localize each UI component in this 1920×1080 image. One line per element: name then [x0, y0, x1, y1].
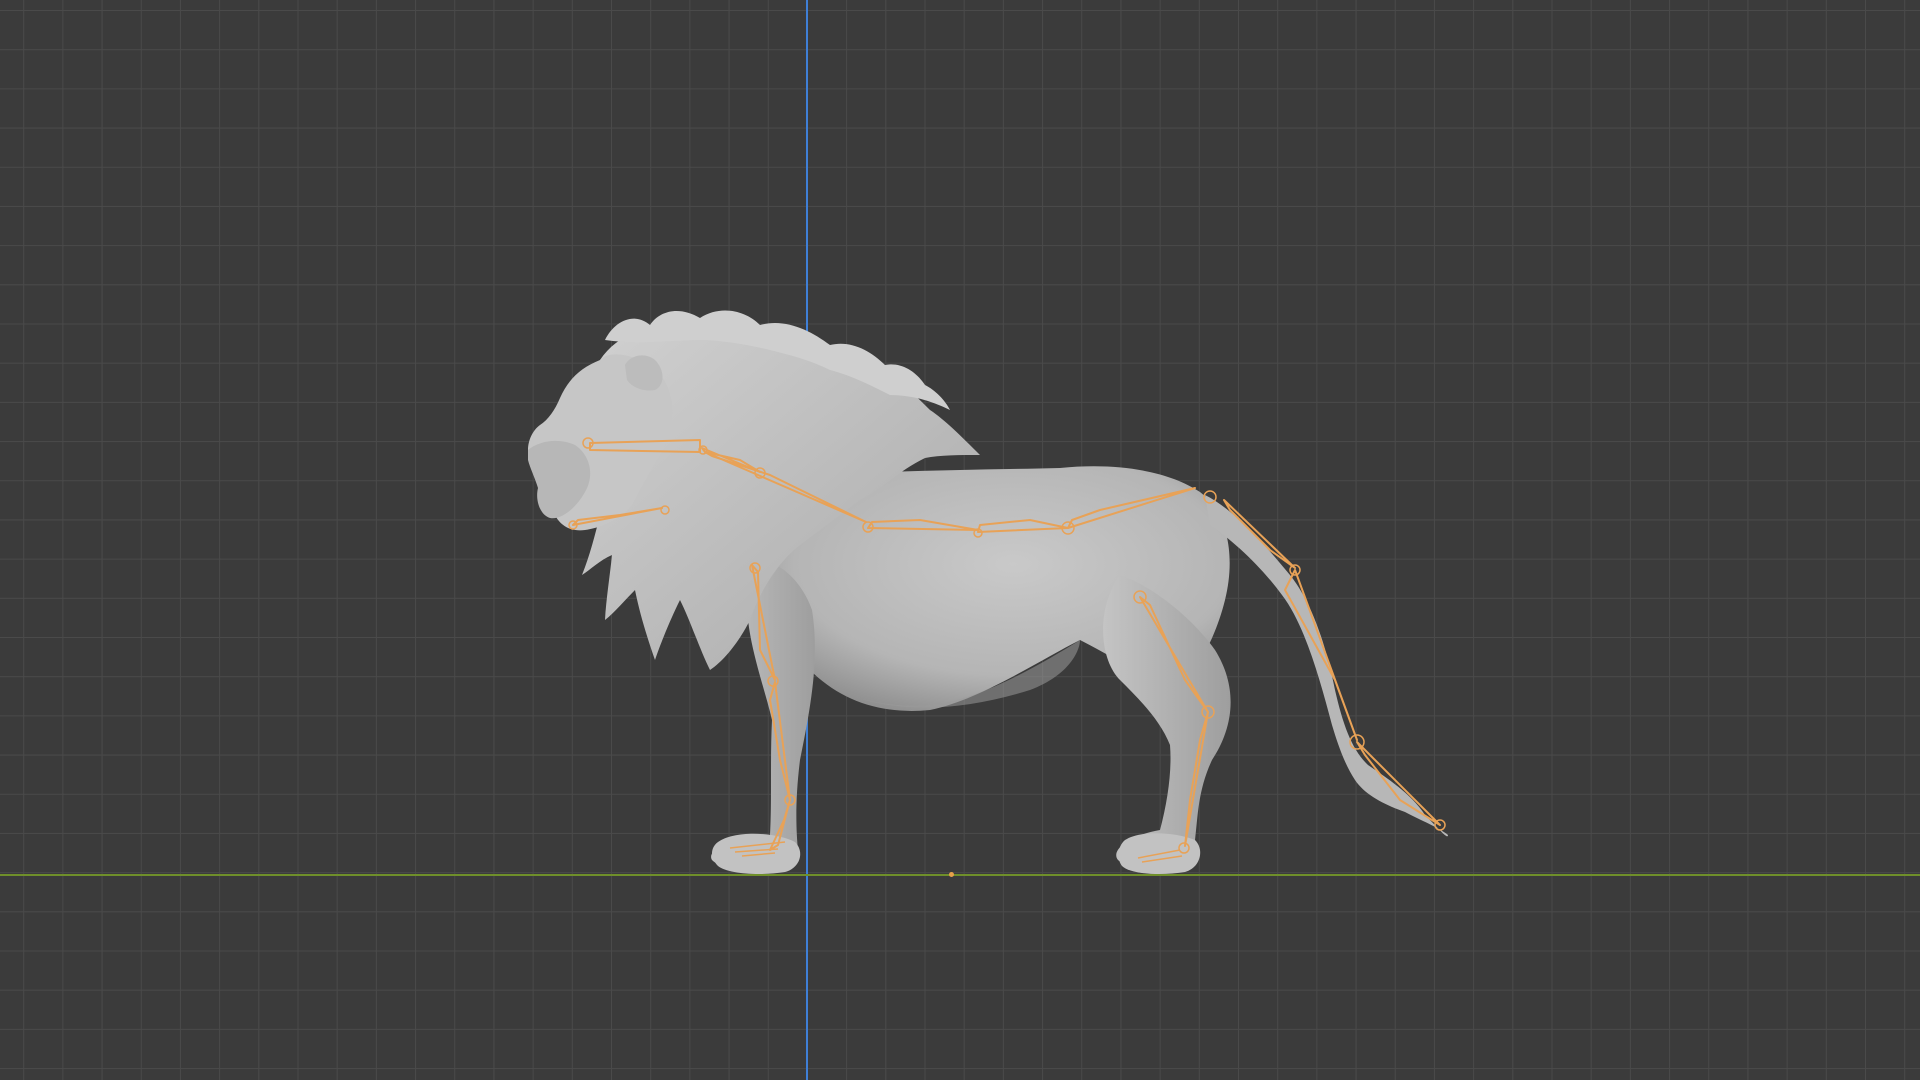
object-origin-marker	[949, 872, 954, 877]
lion-mesh[interactable]	[528, 310, 1448, 874]
3d-viewport[interactable]	[0, 0, 1920, 1080]
scene-objects[interactable]	[0, 0, 1920, 1080]
front-paw	[712, 833, 801, 874]
